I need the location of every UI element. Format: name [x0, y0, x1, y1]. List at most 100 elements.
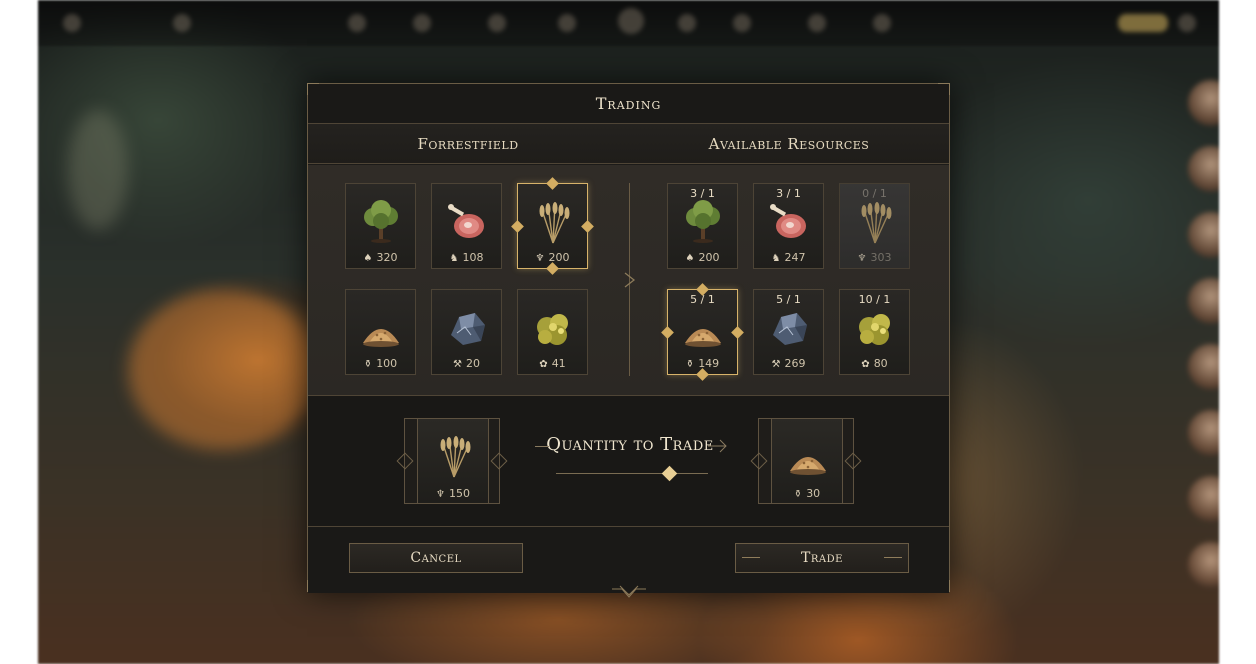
- trade-label: Trade: [801, 550, 843, 566]
- tree-icon: [686, 200, 720, 243]
- hud-icon: [413, 14, 431, 32]
- resource-amount: ♠ 320: [346, 251, 415, 264]
- diamond-ornament-icon: [750, 452, 768, 470]
- selection-diamond-icon: [696, 368, 709, 381]
- resource-amount-value: 269: [784, 357, 806, 370]
- wheat-icon: [440, 436, 471, 478]
- hud-icon: [618, 8, 644, 34]
- hud-icon: [873, 14, 891, 32]
- top-hud-bar: [38, 0, 1219, 46]
- offer-tile-iron[interactable]: ⚒ 20: [431, 289, 502, 375]
- offer-tile-wood[interactable]: ♠ 320: [345, 183, 416, 269]
- selection-diamond-icon: [546, 177, 559, 190]
- give-amount-value: 150: [448, 487, 470, 500]
- selection-diamond-icon: [661, 326, 674, 339]
- offer-tile-gold[interactable]: ✿ 41: [517, 289, 588, 375]
- resource-amount: ✿ 80: [840, 357, 909, 370]
- give-amount: ♆ 150: [418, 487, 488, 500]
- resource-amount: ♠ 200: [668, 251, 737, 264]
- hud-icon: [733, 14, 751, 32]
- available-tile-meat[interactable]: 3 / 1 ♞ 247: [753, 183, 824, 269]
- arrow-left-line: [535, 446, 549, 447]
- slider-handle[interactable]: [661, 465, 678, 482]
- resource-symbol-icon: ♆: [535, 253, 545, 264]
- resource-symbol-icon: ⚱: [363, 359, 373, 370]
- selection-diamond-icon: [581, 220, 594, 233]
- resource-symbol-icon: ♠: [685, 253, 695, 264]
- resource-symbol-icon: ♞: [771, 253, 781, 264]
- avatar: [1188, 542, 1219, 588]
- resource-amount: ♆ 303: [840, 251, 909, 264]
- hud-icon: [348, 14, 366, 32]
- trade-summary: ♆ 150 Quantity to Trade ⚱ 30: [308, 396, 949, 527]
- diamond-ornament-icon: [844, 452, 862, 470]
- arrow-right-icon: [708, 439, 727, 453]
- iron-ore-icon: [451, 313, 485, 345]
- flour-pile-icon: [790, 457, 826, 475]
- resource-amount: ♞ 108: [432, 251, 501, 264]
- trading-dialog: Trading Forrestfield Available Resources…: [307, 83, 950, 598]
- resource-amount: ⚱ 100: [346, 357, 415, 370]
- quantity-label-group: Quantity to Trade: [530, 434, 730, 455]
- available-tile-iron[interactable]: 5 / 1 ⚒ 269: [753, 289, 824, 375]
- hud-icon: [808, 14, 826, 32]
- column-headers: Forrestfield Available Resources: [308, 124, 949, 164]
- resource-amount: ✿ 41: [518, 357, 587, 370]
- tree-icon: [364, 200, 398, 243]
- flour-pile-icon: [363, 329, 399, 347]
- resource-amount-value: 200: [698, 251, 720, 264]
- flour-symbol-icon: ⚱: [793, 489, 803, 500]
- iron-ore-icon: [773, 313, 807, 345]
- trade-button[interactable]: Trade: [735, 543, 909, 573]
- available-tile-wheat[interactable]: 0 / 1 ♆ 303: [839, 183, 910, 269]
- resource-amount-value: 108: [462, 251, 484, 264]
- resource-amount-value: 247: [784, 251, 806, 264]
- arrow-right-icon: [624, 272, 636, 288]
- available-tile-flour[interactable]: 5 / 1 ⚱ 149: [661, 283, 744, 381]
- resource-symbol-icon: ♠: [363, 253, 373, 264]
- dialog-title: Trading: [595, 94, 662, 113]
- quantity-to-trade-label: Quantity to Trade: [546, 434, 714, 455]
- resource-symbol-icon: ⚒: [453, 359, 462, 370]
- give-slot[interactable]: ♆ 150: [396, 418, 508, 504]
- resource-grid-area: ♠ 320 ♞ 108 ♆ 200 ⚱ 100 ⚒ 20 ✿ 41 3 / 1 ♠ 200 3 / 1 ♞ 24…: [308, 165, 949, 396]
- avatar: [1188, 476, 1219, 522]
- hud-icon: [1178, 14, 1196, 32]
- avatar: [1188, 80, 1219, 126]
- cancel-button[interactable]: Cancel: [349, 543, 523, 573]
- cancel-label: Cancel: [410, 550, 462, 566]
- gold-ore-icon: [859, 314, 890, 345]
- resource-amount-value: 303: [870, 251, 892, 264]
- resource-symbol-icon: ✿: [539, 359, 548, 370]
- receive-slot[interactable]: ⚱ 30: [750, 418, 862, 504]
- resource-symbol-icon: ⚒: [771, 359, 781, 370]
- resource-amount-value: 80: [873, 357, 888, 370]
- resource-amount-value: 20: [465, 357, 480, 370]
- avatar: [1188, 146, 1219, 192]
- bottom-ornament-icon: [612, 585, 646, 598]
- available-tile-wood[interactable]: 3 / 1 ♠ 200: [667, 183, 738, 269]
- hud-icon: [63, 14, 81, 32]
- wheat-icon: [539, 202, 570, 244]
- offer-tile-meat[interactable]: ♞ 108: [431, 183, 502, 269]
- dialog-footer: Cancel Trade: [308, 527, 949, 593]
- button-ornament: [884, 557, 902, 558]
- resource-amount-value: 41: [551, 357, 566, 370]
- resource-amount: ⚒ 20: [432, 357, 501, 370]
- dialog-title-bar: Trading: [308, 84, 949, 124]
- settlement-name: Forrestfield: [417, 135, 519, 153]
- selection-diamond-icon: [731, 326, 744, 339]
- avatar: [1188, 212, 1219, 258]
- avatar: [1188, 410, 1219, 456]
- offer-tile-wheat[interactable]: ♆ 200: [511, 177, 594, 275]
- quantity-slider[interactable]: [556, 473, 708, 474]
- resource-amount-value: 100: [376, 357, 398, 370]
- receive-amount: ⚱ 30: [772, 487, 842, 500]
- available-resources-header: Available Resources: [708, 135, 870, 153]
- avatar: [1188, 278, 1219, 324]
- avatar: [1188, 344, 1219, 390]
- diamond-ornament-icon: [490, 452, 508, 470]
- resource-amount: ♞ 247: [754, 251, 823, 264]
- offer-tile-flour[interactable]: ⚱ 100: [345, 289, 416, 375]
- available-tile-gold[interactable]: 10 / 1 ✿ 80: [839, 289, 910, 375]
